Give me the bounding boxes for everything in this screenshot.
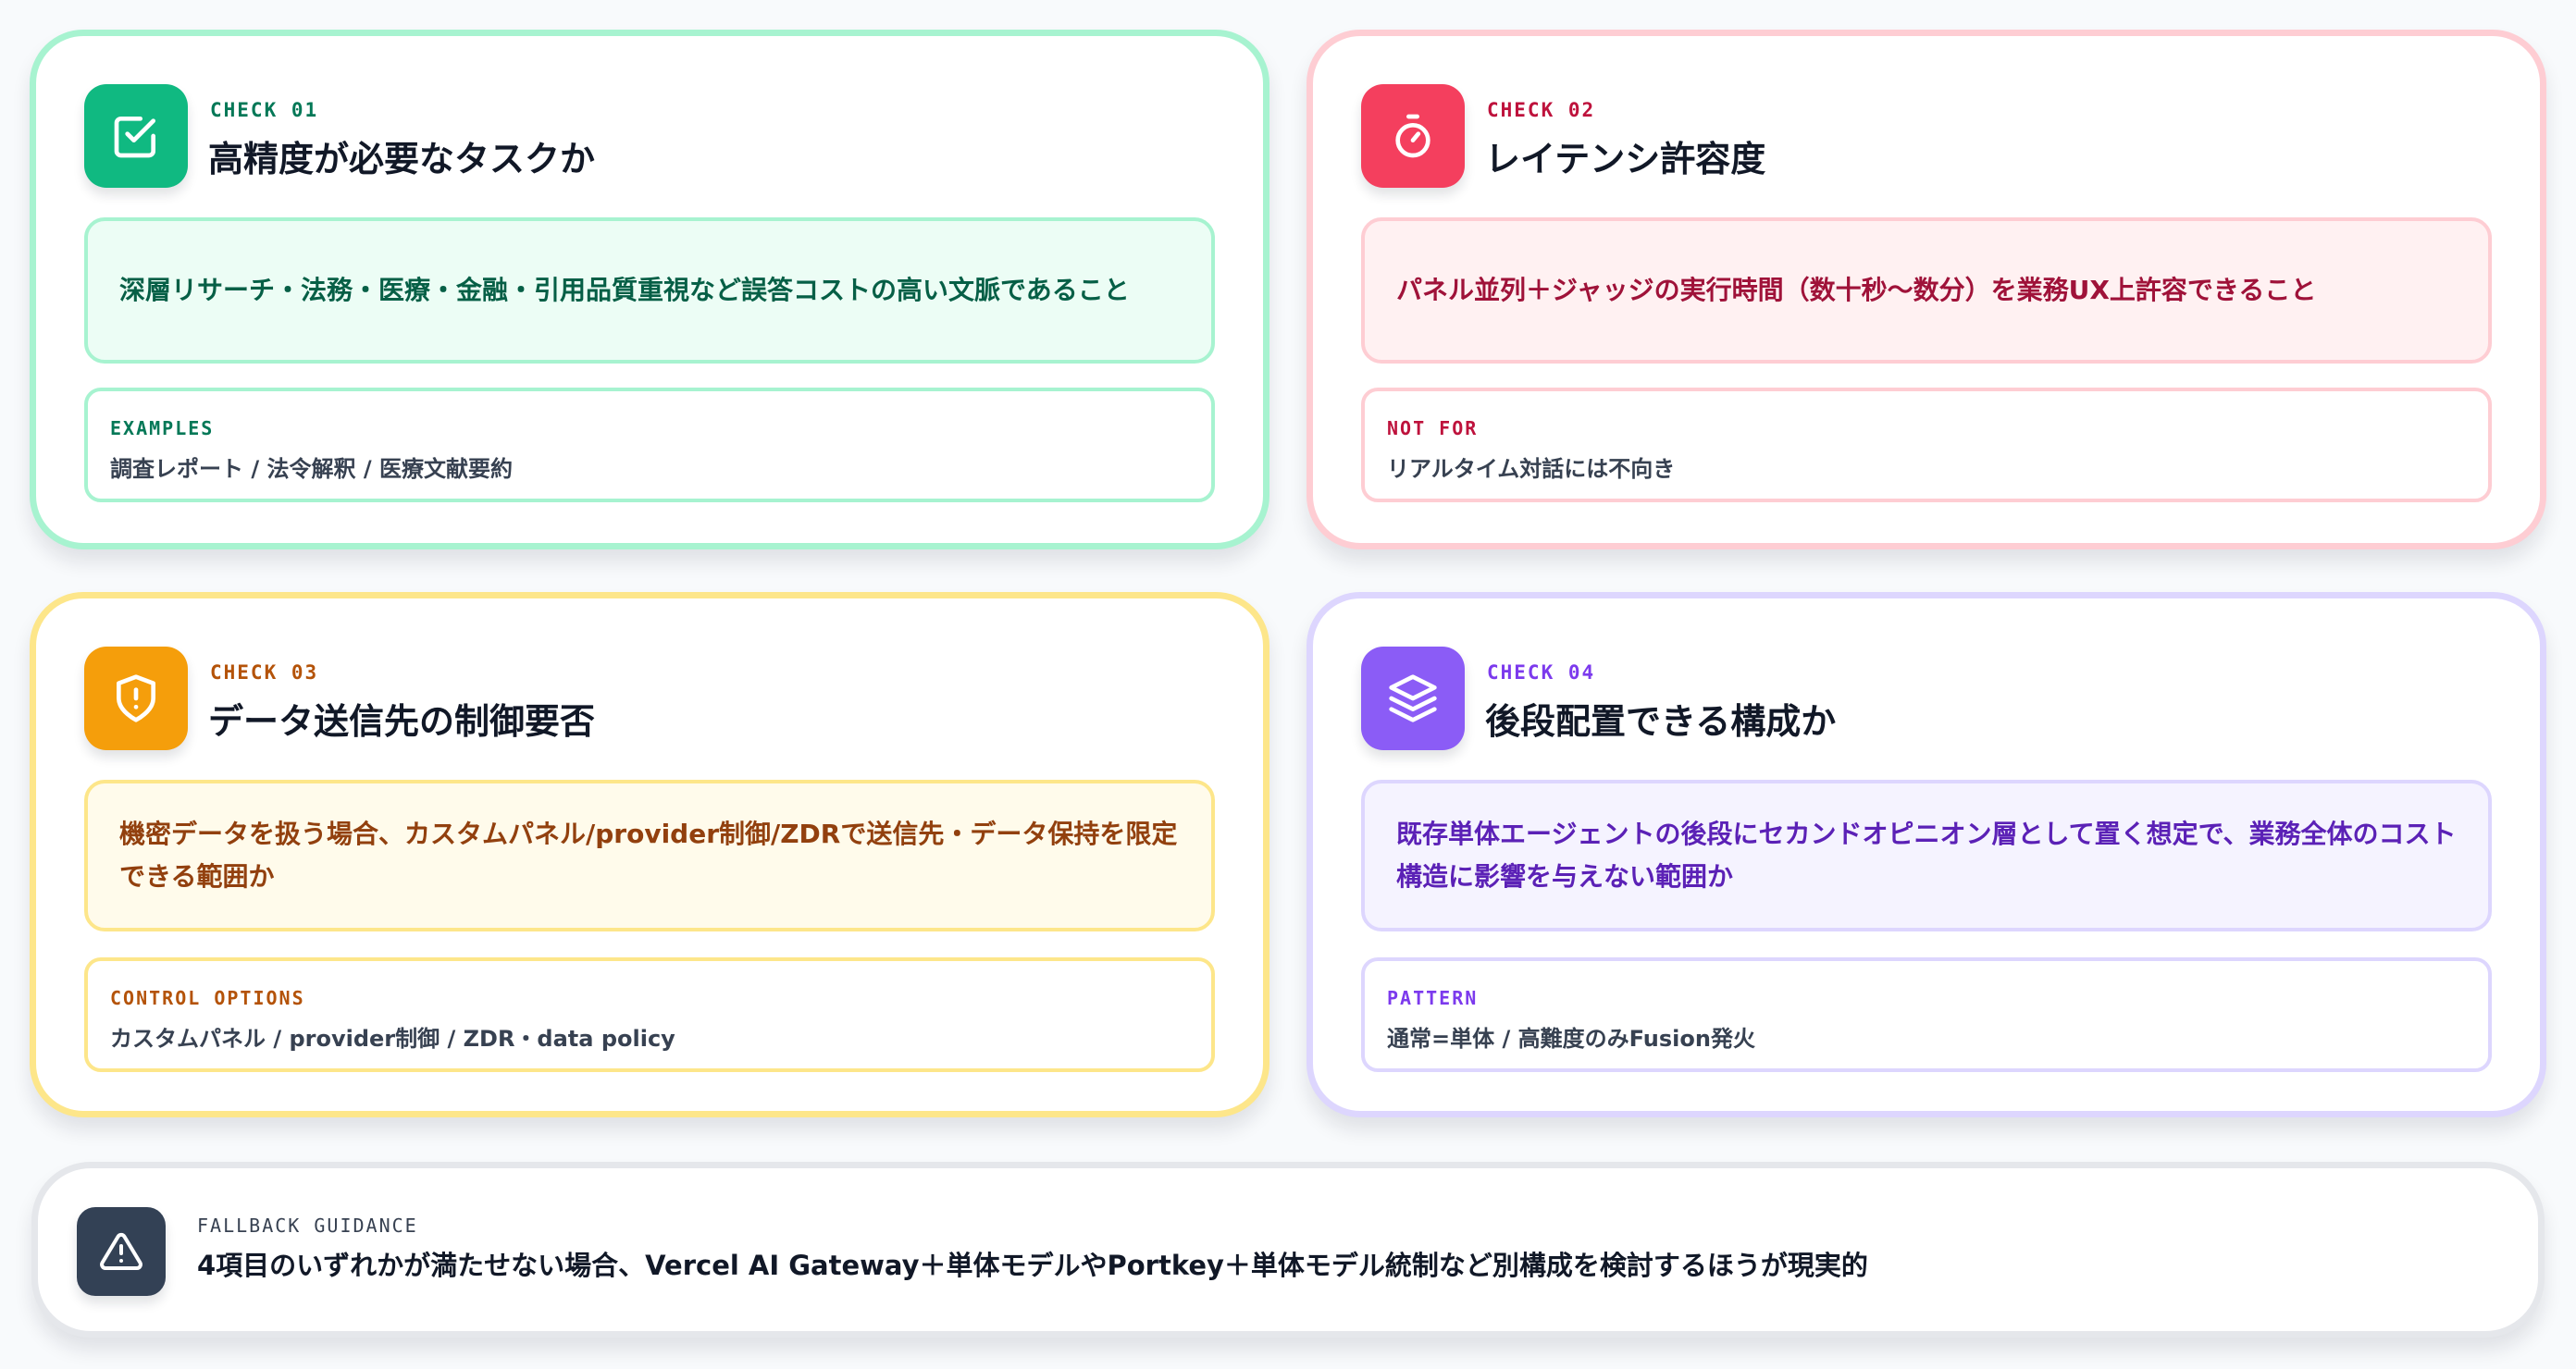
requirement-box: 機密データを扱う場合、カスタムパネル/provider制御/ZDRで送信先・デー… — [84, 780, 1215, 931]
requirement-box: 深層リサーチ・法務・医療・金融・引用品質重視など誤答コストの高い文脈であること — [84, 217, 1215, 364]
requirement-box: 既存単体エージェントの後段にセカンドオピニオン層として置く想定で、業務全体のコス… — [1361, 780, 2492, 931]
card-title: レイテンシ許容度 — [1485, 139, 1766, 179]
check-number: CHECK 01 — [210, 99, 319, 121]
card-title: データ送信先の制御要否 — [208, 701, 596, 742]
requirement-text: 深層リサーチ・法務・医療・金融・引用品質重視など誤答コストの高い文脈であること — [119, 275, 1130, 305]
not-for-box: NOT FOR リアルタイム対話には不向き — [1361, 388, 2492, 502]
check-card-01: CHECK 01 高精度が必要なタスクか 深層リサーチ・法務・医療・金融・引用品… — [30, 30, 1269, 549]
shield-alert-icon — [84, 647, 188, 750]
sub-text: 調査レポート / 法令解釈 / 医療文献要約 — [110, 456, 513, 482]
check-number: CHECK 04 — [1487, 661, 1596, 684]
sub-label: PATTERN — [1387, 987, 1479, 1009]
check-number: CHECK 03 — [210, 661, 319, 684]
sub-label: EXAMPLES — [110, 417, 215, 439]
check-card-04: CHECK 04 後段配置できる構成か 既存単体エージェントの後段にセカンドオピ… — [1307, 592, 2546, 1117]
card-title: 高精度が必要なタスクか — [208, 139, 596, 179]
check-card-03: CHECK 03 データ送信先の制御要否 機密データを扱う場合、カスタムパネル/… — [30, 592, 1269, 1117]
layers-icon — [1361, 647, 1465, 750]
requirement-text: 既存単体エージェントの後段にセカンドオピニオン層として置く想定で、業務全体のコス… — [1396, 819, 2457, 892]
sub-label: NOT FOR — [1387, 417, 1479, 439]
sub-text: リアルタイム対話には不向き — [1387, 456, 1676, 482]
requirement-box: パネル並列＋ジャッジの実行時間（数十秒〜数分）を業務UX上許容できること — [1361, 217, 2492, 364]
stopwatch-icon — [1361, 84, 1465, 188]
fallback-text: 4項目のいずれかが満たせない場合、Vercel AI Gateway＋単体モデル… — [197, 1250, 1868, 1281]
sub-text: カスタムパネル / provider制御 / ZDR・data policy — [110, 1026, 675, 1052]
pattern-box: PATTERN 通常=単体 / 高難度のみFusion発火 — [1361, 957, 2492, 1072]
check-square-icon — [84, 84, 188, 188]
sub-text: 通常=単体 / 高難度のみFusion発火 — [1387, 1026, 1755, 1052]
control-options-box: CONTROL OPTIONS カスタムパネル / provider制御 / Z… — [84, 957, 1215, 1072]
card-title: 後段配置できる構成か — [1485, 701, 1837, 742]
fallback-guidance-panel: FALLBACK GUIDANCE 4項目のいずれかが満たせない場合、Verce… — [31, 1162, 2545, 1338]
warning-triangle-icon — [77, 1207, 166, 1296]
check-card-02: CHECK 02 レイテンシ許容度 パネル並列＋ジャッジの実行時間（数十秒〜数分… — [1307, 30, 2546, 549]
requirement-text: 機密データを扱う場合、カスタムパネル/provider制御/ZDRで送信先・デー… — [119, 819, 1178, 892]
requirement-text: パネル並列＋ジャッジの実行時間（数十秒〜数分）を業務UX上許容できること — [1396, 275, 2317, 305]
fallback-label: FALLBACK GUIDANCE — [197, 1215, 418, 1237]
examples-box: EXAMPLES 調査レポート / 法令解釈 / 医療文献要約 — [84, 388, 1215, 502]
check-number: CHECK 02 — [1487, 99, 1596, 121]
sub-label: CONTROL OPTIONS — [110, 987, 305, 1009]
